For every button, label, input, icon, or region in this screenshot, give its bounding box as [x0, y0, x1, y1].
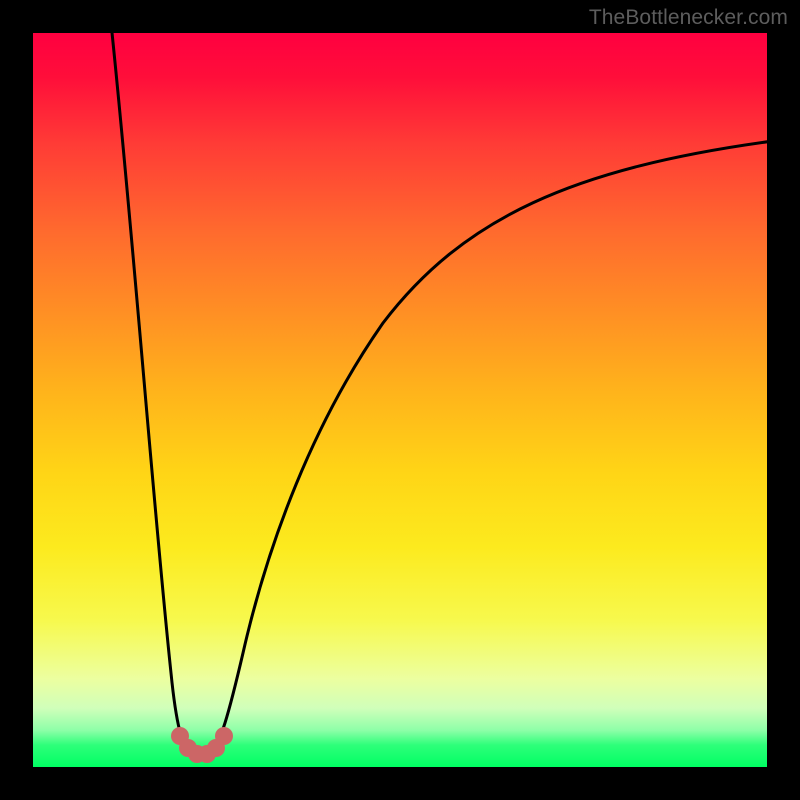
- chart-frame: [33, 33, 767, 767]
- heat-gradient-background: [33, 33, 767, 767]
- attribution-label: TheBottlenecker.com: [589, 6, 788, 30]
